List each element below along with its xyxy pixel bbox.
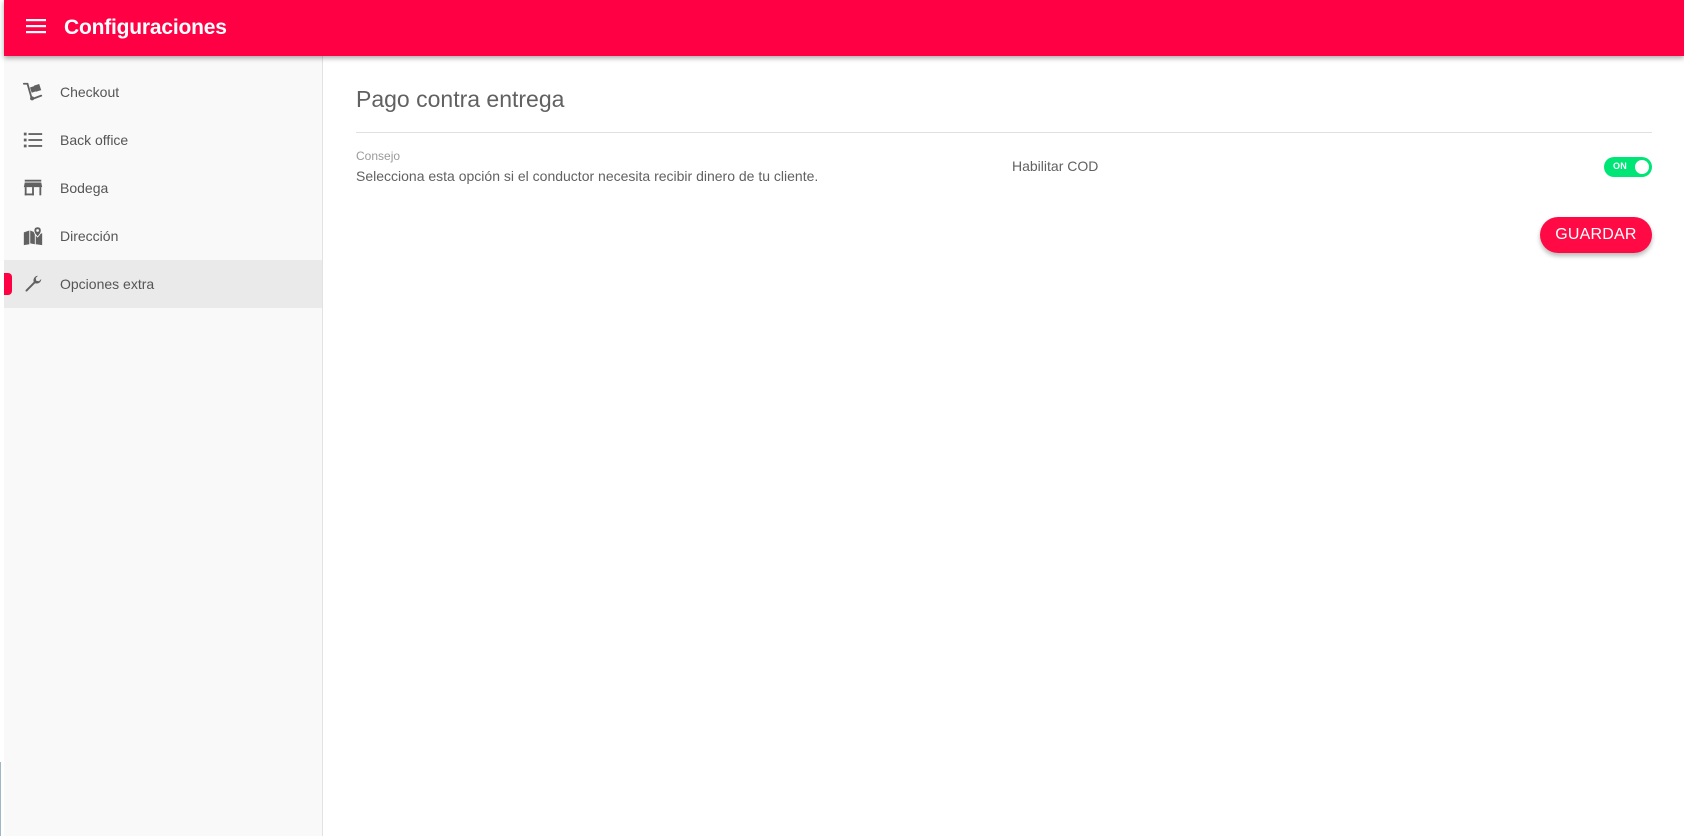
main-content: Pago contra entrega Consejo Selecciona e… xyxy=(324,56,1684,836)
toggle-knob xyxy=(1635,160,1649,174)
list-icon xyxy=(21,128,45,152)
save-button[interactable]: GUARDAR xyxy=(1540,217,1652,253)
sidebar-item-checkout[interactable]: Checkout xyxy=(4,68,322,116)
hand-truck-icon xyxy=(21,80,45,104)
sidebar-item-opciones-extra[interactable]: Opciones extra xyxy=(4,260,322,308)
toggle-state-text: ON xyxy=(1613,161,1628,171)
sidebar-item-back-office[interactable]: Back office xyxy=(4,116,322,164)
sidebar-item-label: Bodega xyxy=(60,180,109,196)
sidebar: Checkout Back office Bodega Dirección Op… xyxy=(4,56,323,836)
sidebar-item-label: Back office xyxy=(60,132,129,148)
active-indicator xyxy=(4,273,12,295)
wrench-icon xyxy=(21,272,45,296)
hint-text: Selecciona esta opción si el conductor n… xyxy=(356,168,819,184)
menu-button[interactable] xyxy=(14,0,58,56)
store-icon xyxy=(21,176,45,200)
edge-mark xyxy=(0,762,3,836)
divider xyxy=(356,132,1652,133)
sidebar-item-label: Checkout xyxy=(60,84,120,100)
app-bar: Configuraciones xyxy=(4,0,1684,56)
hint-label: Consejo xyxy=(356,149,401,163)
sidebar-item-bodega[interactable]: Bodega xyxy=(4,164,322,212)
section-title: Pago contra entrega xyxy=(356,86,565,112)
app-title: Configuraciones xyxy=(64,16,227,39)
sidebar-item-label: Dirección xyxy=(60,228,119,244)
map-marker-icon xyxy=(21,224,45,248)
cod-toggle-label: Habilitar COD xyxy=(1012,158,1099,174)
cod-toggle[interactable]: ON xyxy=(1604,157,1652,177)
sidebar-item-direccion[interactable]: Dirección xyxy=(4,212,322,260)
menu-icon xyxy=(26,18,46,39)
sidebar-item-label: Opciones extra xyxy=(60,276,155,292)
